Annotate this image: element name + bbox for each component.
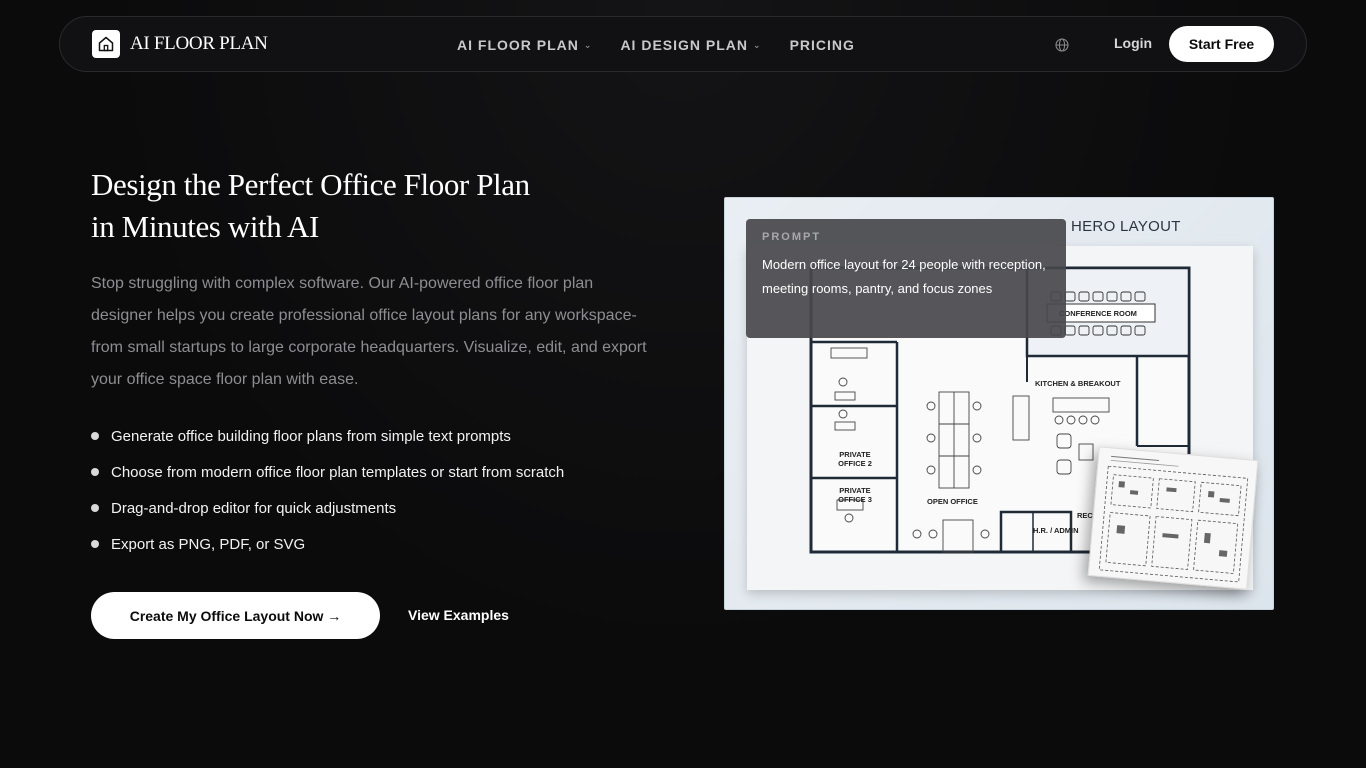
feature-item: Generate office building floor plans fro… [91,428,564,464]
prompt-label: PROMPT [762,231,822,243]
label-private-office-3: PRIVATE OFFICE 3 [838,486,872,504]
prompt-text: Modern office layout for 24 people with … [762,257,1046,296]
menu-ai-floor-plan[interactable]: AI FLOOR PLAN ⌄ [457,37,592,53]
create-layout-button[interactable]: Create My Office Layout Now → [91,592,380,639]
house-icon [92,30,120,58]
sketch-thumbnail [1087,446,1259,590]
menu-label: AI DESIGN PLAN [620,37,749,53]
chevron-down-icon: ⌄ [583,39,593,50]
menu-label: PRICING [789,37,855,53]
floor-plan-preview: CONFERENCE ROOM KITCHEN & BREAKOUT OPEN … [724,197,1274,610]
label-hr-admin: H.R. / ADMIN [1033,526,1079,535]
feature-text: Generate office building floor plans fro… [111,428,511,445]
hero-title-line1: Design the Perfect Office Floor Plan [91,167,530,202]
feature-text: Choose from modern office floor plan tem… [111,464,565,481]
menu-pricing[interactable]: PRICING [790,37,855,53]
menu-ai-design-plan[interactable]: AI DESIGN PLAN ⌄ [620,37,761,53]
hero-title-line2: in Minutes with AI [91,209,319,244]
menu-label: AI FLOOR PLAN [457,37,579,53]
bullet-icon [91,504,99,512]
globe-icon[interactable] [1054,37,1070,53]
prompt-overlay: PROMPT Modern office layout for 24 peopl… [746,219,1066,338]
hero-title: Design the Perfect Office Floor Plan in … [91,164,651,248]
label-kitchen: KITCHEN & BREAKOUT [1035,379,1121,388]
start-free-button[interactable]: Start Free [1169,26,1274,62]
bullet-icon [91,432,99,440]
feature-text: Drag-and-drop editor for quick adjustmen… [111,500,397,517]
chevron-down-icon: ⌄ [753,39,762,50]
label-private-office-2: PRIVATE OFFICE 2 [838,450,872,468]
login-link[interactable]: Login [1114,35,1152,51]
main-menu: AI FLOOR PLAN ⌄ AI DESIGN PLAN ⌄ PRICING [457,17,883,73]
top-navigation: AI FLOOR PLAN AI FLOOR PLAN ⌄ AI DESIGN … [59,16,1307,72]
feature-item: Choose from modern office floor plan tem… [91,464,564,500]
bullet-icon [91,540,99,548]
feature-text: Export as PNG, PDF, or SVG [111,536,306,553]
plan-heading: HERO LAYOUT [1071,218,1181,235]
label-open-office: OPEN OFFICE [927,497,978,506]
view-examples-link[interactable]: View Examples [408,607,509,623]
bullet-icon [91,468,99,476]
feature-list: Generate office building floor plans fro… [91,428,564,572]
hero-description: Stop struggling with complex software. O… [91,275,647,388]
logo[interactable]: AI FLOOR PLAN [92,30,268,58]
logo-text: AI FLOOR PLAN [130,33,268,54]
feature-item: Export as PNG, PDF, or SVG [91,536,564,572]
label-conference-room: CONFERENCE ROOM [1059,309,1137,318]
feature-item: Drag-and-drop editor for quick adjustmen… [91,500,564,536]
